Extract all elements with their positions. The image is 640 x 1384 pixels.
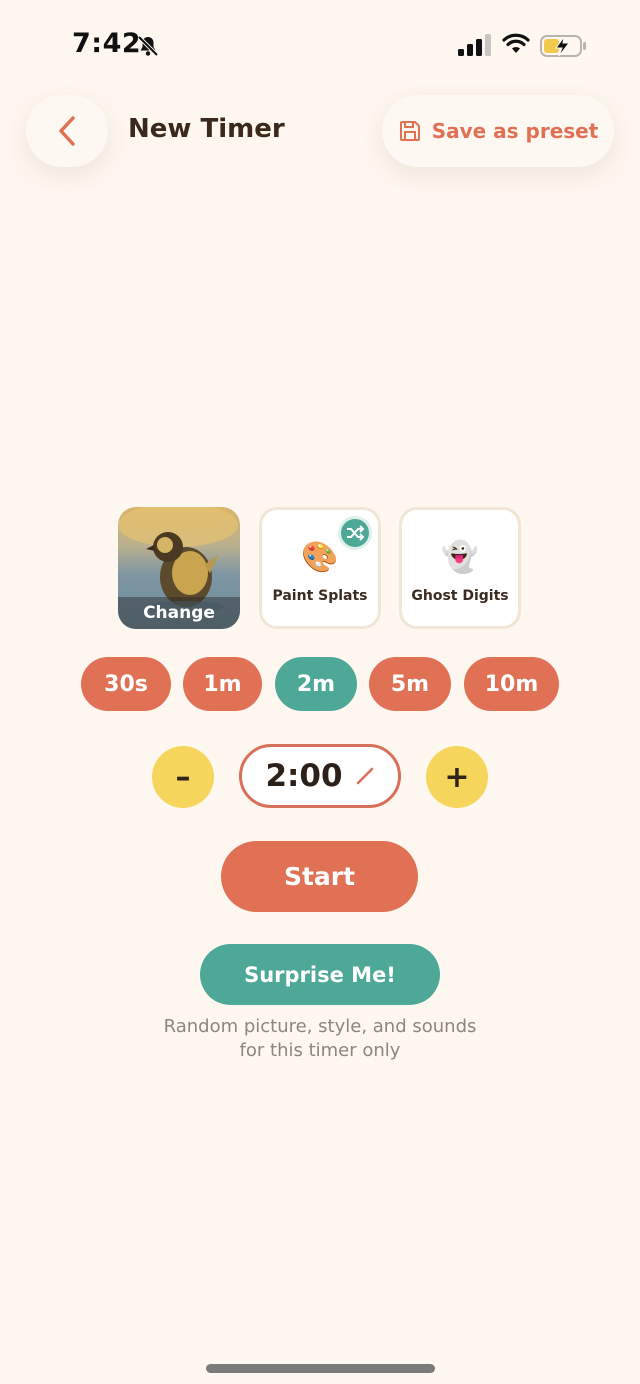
style-tile-label: Paint Splats <box>272 588 368 604</box>
surprise-me-button[interactable]: Surprise Me! <box>200 944 440 1005</box>
surprise-hint-line1: Random picture, style, and sounds <box>163 1016 477 1037</box>
ghost-icon: 👻 <box>441 540 479 575</box>
status-time: 7:42 <box>72 28 142 59</box>
chevron-left-icon <box>59 116 75 146</box>
duration-chip-30s[interactable]: 30s <box>81 657 171 711</box>
floppy-disk-icon <box>399 121 420 141</box>
surprise-hint-line2: for this timer only <box>239 1040 401 1061</box>
home-indicator <box>206 1364 435 1373</box>
save-as-preset-button[interactable]: Save as preset <box>382 95 614 167</box>
duration-chip-2m[interactable]: 2m <box>275 657 357 711</box>
page-title: New Timer <box>128 114 285 144</box>
style-tile-ghost-digits[interactable]: 👻 Ghost Digits <box>399 507 521 629</box>
duration-chip-1m[interactable]: 1m <box>183 657 262 711</box>
bell-slash-icon <box>137 35 159 57</box>
picture-tile-change[interactable]: Change <box>118 507 240 629</box>
change-picture-label: Change <box>118 597 240 629</box>
duration-chip-10m[interactable]: 10m <box>464 657 559 711</box>
decrement-button[interactable]: – <box>152 746 214 808</box>
pencil-icon <box>356 767 373 785</box>
wifi-icon <box>502 33 530 53</box>
cellular-signal-icon <box>458 34 491 56</box>
time-input[interactable]: 2:00 <box>239 744 401 808</box>
style-tile-paint-splats[interactable]: 🎨 Paint Splats <box>259 507 381 629</box>
duration-chip-5m[interactable]: 5m <box>369 657 451 711</box>
save-as-preset-label: Save as preset <box>431 119 599 143</box>
back-button[interactable] <box>26 95 108 167</box>
battery-charging-icon <box>540 35 586 57</box>
shuffle-icon[interactable] <box>338 516 372 550</box>
start-button[interactable]: Start <box>221 841 418 912</box>
surprise-hint: Random picture, style, and sounds for th… <box>120 1015 520 1063</box>
style-tile-label: Ghost Digits <box>411 588 509 604</box>
time-value: 2:00 <box>265 758 343 794</box>
increment-button[interactable]: + <box>426 746 488 808</box>
